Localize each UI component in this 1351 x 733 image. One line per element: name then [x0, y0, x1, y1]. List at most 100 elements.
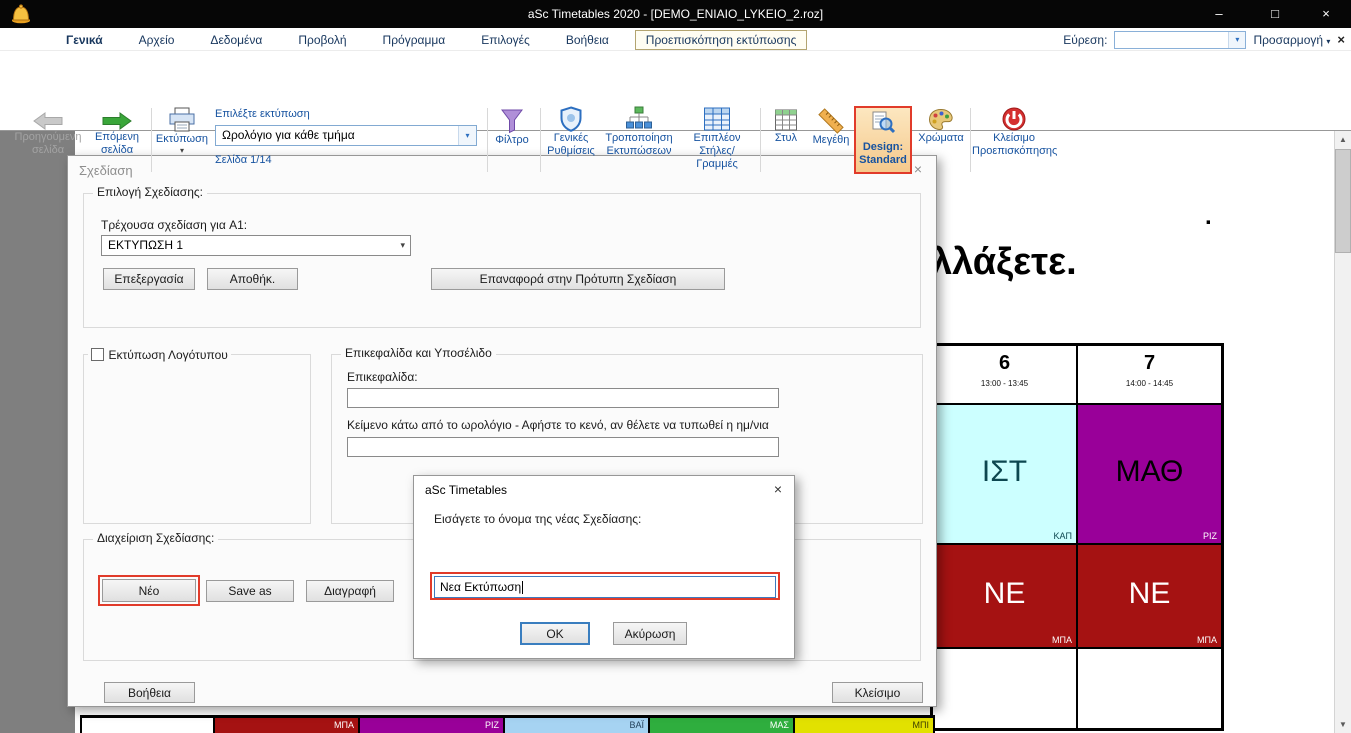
tab-voitheia[interactable]: Βοήθεια — [556, 31, 619, 49]
filter-button[interactable]: Φίλτρο — [490, 108, 534, 147]
maximize-button[interactable]: □ — [1252, 0, 1298, 28]
table-grid-icon — [680, 106, 754, 132]
tab-epiloges[interactable]: Επιλογές — [471, 31, 540, 49]
power-icon — [972, 106, 1056, 132]
next-page-button[interactable]: Επόμενη σελίδα — [88, 111, 146, 157]
print-button[interactable]: Εκτύπωση ▾ — [155, 107, 209, 156]
new-design-button[interactable]: Νέο — [102, 579, 196, 602]
timetable-cell: ΒΑΪ — [505, 718, 650, 733]
style-button[interactable]: Στυλ — [764, 108, 808, 145]
footer-input[interactable] — [347, 437, 779, 457]
general-settings-button[interactable]: Γενικές Ρυθμίσεις — [544, 106, 598, 158]
tab-print-preview[interactable]: Προεπισκόπηση εκτύπωσης — [635, 30, 808, 50]
period-number: 6 — [933, 352, 1076, 375]
save-as-button[interactable]: Save as — [206, 580, 294, 602]
dialog-title: aSc Timetables — [425, 483, 507, 497]
scrollbar-thumb[interactable] — [1335, 149, 1351, 253]
palette-icon — [916, 108, 966, 132]
subject-label: ΙΣΤ — [933, 455, 1076, 489]
timetable-empty-cell — [1078, 649, 1221, 728]
header-input[interactable] — [347, 388, 779, 408]
close-icon[interactable]: × — [768, 481, 788, 497]
printer-icon — [155, 107, 209, 133]
chevron-down-icon[interactable]: ▾ — [1228, 32, 1245, 48]
header-label: Επικεφαλίδα: — [347, 370, 418, 384]
help-button[interactable]: Βοήθεια — [104, 682, 195, 703]
timetable-cell: ΙΣΤ ΚΑΠ — [933, 405, 1076, 543]
timetable-cell: ΝΕ ΜΠΑ — [1078, 545, 1221, 647]
timetable-cell: ΜΑΣ — [650, 718, 795, 733]
timetable-cell: ΜΠΑ — [215, 718, 360, 733]
timetable-header-cell: 7 14:00 - 14:45 — [1078, 346, 1221, 403]
delete-button[interactable]: Διαγραφή — [306, 580, 394, 602]
scroll-down-icon[interactable]: ▼ — [1335, 716, 1351, 733]
current-design-select[interactable]: ΕΚΤΥΠΩΣΗ 1 ▾ — [101, 235, 411, 256]
tab-genika[interactable]: Γενικά — [56, 31, 113, 49]
sizes-button[interactable]: Μεγέθη — [808, 108, 854, 147]
tab-programma[interactable]: Πρόγραμμα — [373, 31, 456, 49]
teacher-tag: ΜΑΣ — [770, 720, 789, 730]
restore-default-button[interactable]: Επαναφορά στην Πρότυπη Σχεδίαση — [431, 268, 725, 290]
search-input[interactable]: ▾ — [1114, 31, 1246, 49]
tab-dedomena[interactable]: Δεδομένα — [200, 31, 272, 49]
teacher-tag: ΜΠΑ — [1052, 635, 1072, 645]
ribbon-tab-bar: Γενικά Αρχείο Δεδομένα Προβολή Πρόγραμμα… — [0, 28, 1351, 51]
hierarchy-icon — [602, 106, 676, 132]
period-time: 13:00 - 13:45 — [933, 379, 1076, 388]
preview-bottom-row: ΜΠΑ ΡΙΖ ΒΑΪ ΜΑΣ ΜΠΙ — [80, 715, 935, 733]
minimize-button[interactable]: – — [1196, 0, 1242, 28]
modify-printouts-button[interactable]: Τροποποίηση Εκτυπώσεων — [602, 106, 676, 158]
design-magnifier-icon — [871, 123, 895, 140]
current-design-label: Τρέχουσα σχεδίαση για A1: — [101, 218, 247, 232]
save-button[interactable]: Αποθήκ. — [207, 268, 298, 290]
previous-page-button[interactable]: Προηγούμενη σελίδα — [6, 111, 90, 157]
chevron-down-icon[interactable]: ▾ — [458, 126, 476, 145]
ribbon-tabs: Γενικά Αρχείο Δεδομένα Προβολή Πρόγραμμα… — [56, 28, 807, 51]
annotation-highlight: Νεα Εκτύπωση — [430, 572, 780, 600]
design-name-input[interactable]: Νεα Εκτύπωση — [434, 576, 776, 598]
preview-text: λλάξετε. — [931, 241, 1077, 284]
preview-text-fragment: . — [1205, 203, 1212, 231]
timetable-cell: ΡΙΖ — [360, 718, 505, 733]
chevron-down-icon[interactable]: ▾ — [155, 146, 209, 156]
chevron-down-icon: ▾ — [1326, 37, 1330, 46]
prompt-label: Εισάγετε το όνομα της νέας Σχεδίασης: — [434, 512, 641, 526]
close-dialog-button[interactable]: Κλείσιμο — [832, 682, 923, 703]
close-button[interactable]: × — [1303, 0, 1349, 28]
title-bar: aSc Timetables 2020 - [DEMO_ENIAIO_LYKEI… — [0, 0, 1351, 28]
page-indicator: Σελίδα 1/14 — [215, 154, 272, 166]
cancel-button[interactable]: Ακύρωση — [613, 622, 687, 645]
print-logo-option: Εκτύπωση Λογότυπου — [88, 346, 231, 364]
ruler-icon — [808, 108, 854, 134]
close-preview-button[interactable]: Κλείσιμο Προεπισκόπησης — [972, 106, 1056, 158]
colors-button[interactable]: Χρώματα — [916, 108, 966, 145]
style-table-icon — [764, 108, 808, 132]
teacher-tag: ΡΙΖ — [1203, 531, 1217, 541]
search-label: Εύρεση: — [1063, 33, 1107, 47]
teacher-tag: ΒΑΪ — [629, 720, 644, 730]
scroll-up-icon[interactable]: ▲ — [1335, 131, 1351, 148]
timetable-cell: ΜΠΙ — [795, 718, 935, 733]
design-standard-button[interactable]: Design: Standard — [854, 106, 912, 174]
group-label: Διαχείριση Σχεδίασης: — [93, 531, 218, 545]
edit-button[interactable]: Επεξεργασία — [103, 268, 195, 290]
subject-label: ΜΑΘ — [1078, 455, 1221, 489]
close-toolbar-icon[interactable]: × — [1337, 32, 1345, 47]
print-logo-checkbox[interactable] — [91, 348, 104, 361]
arrow-right-icon — [88, 111, 146, 131]
timetable-header-cell: 6 13:00 - 13:45 — [933, 346, 1076, 403]
chevron-down-icon[interactable]: ▾ — [400, 236, 405, 255]
vertical-scrollbar[interactable]: ▲ ▼ — [1334, 131, 1351, 733]
timetable-cell: ΜΑΘ ΡΙΖ — [1078, 405, 1221, 543]
shield-icon — [544, 106, 598, 132]
customize-menu[interactable]: Προσαρμογή ▾ — [1253, 33, 1330, 47]
teacher-tag: ΜΠΑ — [334, 720, 354, 730]
print-logo-label: Εκτύπωση Λογότυπου — [108, 348, 227, 362]
tabbar-right-cluster: Εύρεση: ▾ Προσαρμογή ▾ × — [1063, 30, 1345, 49]
ok-button[interactable]: OK — [520, 622, 590, 645]
printout-select[interactable]: Ωρολόγιο για κάθε τμήμα ▾ — [215, 125, 477, 146]
tab-provoli[interactable]: Προβολή — [288, 31, 356, 49]
select-printout-label: Επιλέξτε εκτύπωση — [215, 108, 310, 120]
tab-arxeio[interactable]: Αρχείο — [129, 31, 185, 49]
extra-columns-rows-button[interactable]: Επιπλέον Στήλες/Γραμμές — [680, 106, 754, 171]
